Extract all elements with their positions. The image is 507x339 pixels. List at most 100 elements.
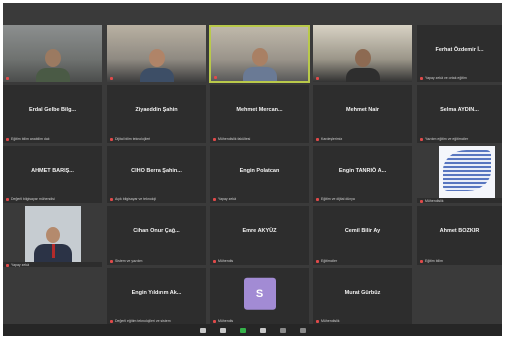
- participant-figure: [34, 227, 72, 262]
- participant-subtitle-strip: Yapay zekâ: [3, 262, 102, 267]
- record-icon: [259, 327, 266, 333]
- muted-mic-icon: [420, 137, 423, 141]
- muted-mic-icon: [214, 76, 217, 79]
- participant-name: Ferhat Özdemir İ...: [435, 46, 484, 53]
- participant-tile-5[interactable]: Ferhat Özdemir İ... Yapay zekâ ve ortak …: [417, 25, 502, 82]
- participant-video-4[interactable]: [313, 25, 412, 82]
- participant-subtitle: Mühendislik: [420, 199, 500, 203]
- participant-subtitle: Mühendis: [213, 319, 307, 323]
- muted-mic-icon: [6, 197, 9, 201]
- participant-subtitle: Sistem ve yazılım: [110, 259, 204, 263]
- participant-tile-11[interactable]: AHMET BARIŞ... Değerli bilgisayar mühend…: [3, 146, 102, 203]
- muted-mic-icon: [110, 319, 113, 323]
- muted-mic-icon: [316, 137, 319, 141]
- participant-name: Engin Polatcan: [239, 167, 280, 174]
- participant-subtitle: Yapay zekâ: [213, 197, 307, 201]
- tie-icon: [52, 244, 55, 258]
- participant-subtitle: Mühendislik: [316, 319, 410, 323]
- participant-tile-9[interactable]: Mehmet Nair Kardeşlerimiz: [313, 85, 412, 143]
- participant-tile-18[interactable]: Cemil Bilir Ay Eğitimciler: [313, 206, 412, 265]
- participant-video-2[interactable]: [107, 25, 206, 82]
- organization-logo: [443, 150, 491, 191]
- record-button[interactable]: [259, 327, 266, 333]
- participant-photo-tile[interactable]: [25, 206, 81, 262]
- participant-tile-8[interactable]: Mehmet Mercan... Mühendislik fakültesi: [210, 85, 309, 143]
- participant-subtitle: [316, 77, 410, 80]
- participant-name: Selma AYDIN...: [440, 107, 479, 114]
- participant-name: Cihan Onur Çağ...: [133, 228, 180, 235]
- participant-subtitle: Mühendislik fakültesi: [213, 137, 307, 141]
- muted-mic-icon: [6, 263, 9, 267]
- participant-subtitle: Yazılım eğitim ve eğitimciler: [420, 137, 500, 141]
- muted-mic-icon: [110, 77, 113, 80]
- reactions-button[interactable]: [279, 327, 286, 333]
- more-button[interactable]: [299, 327, 306, 333]
- participant-subtitle: Yapay zekâ ve ortak eğitim: [420, 76, 500, 80]
- participant-subtitle: Eğitim bilim: [420, 259, 500, 263]
- participant-tile-19[interactable]: Ahmet BOZKIR Eğitim bilim: [417, 206, 502, 265]
- participant-logo-tile[interactable]: [439, 146, 495, 198]
- muted-mic-icon: [316, 259, 319, 263]
- participant-tile-17[interactable]: Emre AKYÜZ Mühendis: [210, 206, 309, 265]
- muted-mic-icon: [213, 197, 216, 201]
- participant-tile-12[interactable]: CIHO Berra Şahin... Açık bilgisayar ve t…: [107, 146, 206, 203]
- participant-subtitle-strip: Mühendislik: [417, 198, 502, 203]
- participants-icon: [199, 327, 206, 333]
- participant-tile-20[interactable]: Engin Yıldırım Ak... Değerli eğitim tekn…: [107, 268, 206, 325]
- chat-button[interactable]: [219, 327, 226, 333]
- participant-tile-6[interactable]: Erdal Gelbe Bilg... Eğitim bilim anabili…: [3, 85, 102, 143]
- participant-video-1[interactable]: [3, 25, 102, 82]
- participant-subtitle: Mühendis: [213, 259, 307, 263]
- share-screen-button[interactable]: [239, 327, 246, 333]
- participant-tile-7[interactable]: Ziyaeddin Şahin Dijital bilim teknolojil…: [107, 85, 206, 143]
- participant-subtitle: Eğitimciler: [316, 259, 410, 263]
- participant-name: Ziyaeddin Şahin: [135, 107, 178, 114]
- participants-button[interactable]: [199, 327, 206, 333]
- muted-mic-icon: [420, 76, 423, 80]
- muted-mic-icon: [213, 259, 216, 263]
- meeting-toolbar: [3, 324, 502, 336]
- muted-mic-icon: [420, 259, 423, 263]
- muted-mic-icon: [316, 77, 319, 80]
- participant-subtitle: Değerli eğitim teknolojileri ve sistem: [110, 319, 204, 323]
- participant-video-active-speaker[interactable]: [209, 25, 310, 83]
- muted-mic-icon: [213, 319, 216, 323]
- participant-tile-13[interactable]: Engin Polatcan Yapay zekâ: [210, 146, 309, 203]
- participant-subtitle: Eğitim bilim anabilim dalı: [6, 137, 100, 141]
- participant-tile-14[interactable]: Engin TANRIÖ A... Eğitim ve dijital düny…: [313, 146, 412, 203]
- chat-icon: [219, 327, 226, 333]
- muted-mic-icon: [316, 319, 319, 323]
- participant-tile-16[interactable]: Cihan Onur Çağ... Sistem ve yazılım: [107, 206, 206, 265]
- participant-subtitle: Açık bilgisayar ve teknoloji: [110, 197, 204, 201]
- share-screen-icon: [239, 327, 246, 333]
- participant-tile-21[interactable]: S Mühendis: [210, 268, 309, 325]
- participant-name: Engin Yıldırım Ak...: [131, 289, 182, 296]
- participant-subtitle: Yapay zekâ: [6, 263, 100, 267]
- participant-tile-22[interactable]: Murat Gürbüz Mühendislik: [313, 268, 412, 325]
- participant-subtitle: Dijital bilim teknolojileri: [110, 137, 204, 141]
- participant-tile-10[interactable]: Selma AYDIN... Yazılım eğitim ve eğitimc…: [417, 85, 502, 143]
- muted-mic-icon: [420, 199, 423, 203]
- reactions-icon: [279, 327, 286, 333]
- muted-mic-icon: [6, 137, 9, 141]
- participant-subtitle: Kardeşlerimiz: [316, 137, 410, 141]
- participant-name: Emre AKYÜZ: [242, 228, 277, 235]
- muted-mic-icon: [110, 137, 113, 141]
- participant-name: Engin TANRIÖ A...: [338, 167, 387, 174]
- participant-name: Ahmet BOZKIR: [439, 228, 480, 235]
- participant-name: Mehmet Mercan...: [236, 107, 283, 114]
- participant-subtitle: Eğitim ve dijital dünya: [316, 197, 410, 201]
- muted-mic-icon: [213, 137, 216, 141]
- muted-mic-icon: [6, 77, 9, 80]
- participant-name: CIHO Berra Şahin...: [131, 167, 182, 174]
- muted-mic-icon: [110, 197, 113, 201]
- participant-subtitle: Değerli bilgisayar mühendisi: [6, 197, 100, 201]
- participant-subtitle: [6, 77, 100, 80]
- participant-subtitle: [110, 77, 204, 80]
- participant-name: Cemil Bilir Ay: [344, 228, 381, 235]
- more-icon: [299, 327, 306, 333]
- participant-avatar: S: [243, 277, 276, 310]
- participant-grid: Ferhat Özdemir İ... Yapay zekâ ve ortak …: [3, 25, 502, 325]
- participant-subtitle: [214, 76, 306, 79]
- muted-mic-icon: [110, 259, 113, 263]
